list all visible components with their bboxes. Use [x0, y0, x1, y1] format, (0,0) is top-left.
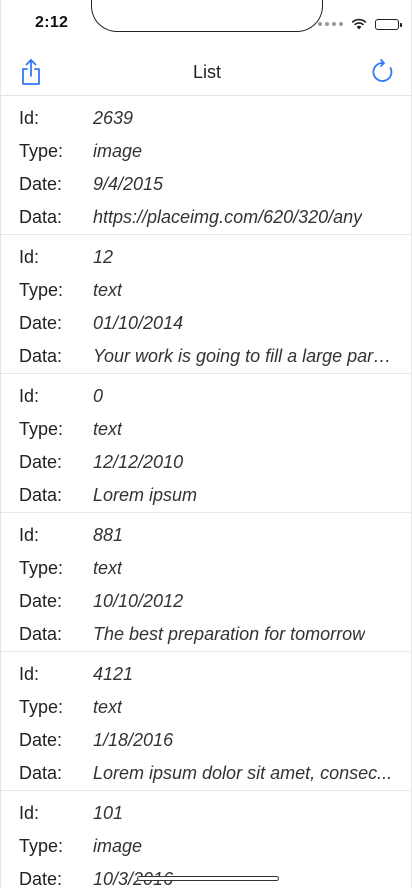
phone-screen: 2:12 List Id: 2639 Type: image Date: 9/4… [0, 0, 412, 888]
refresh-icon [372, 59, 393, 82]
page-title: List [192, 62, 221, 82]
type-value: text [93, 280, 123, 300]
id-value: 4121 [93, 664, 134, 684]
id-value: 0 [93, 386, 104, 406]
status-bar: 2:12 [1, 0, 411, 48]
items-list[interactable]: Id: 2639 Type: image Date: 9/4/2015 Data: ht… [1, 96, 411, 888]
type-label: Type: [19, 697, 64, 717]
id-label: Id: [19, 664, 40, 684]
type-label: Type: [19, 141, 64, 161]
date-value: 9/4/2015 [93, 174, 164, 194]
data-label: Data: [19, 207, 63, 227]
list-item[interactable]: Id:101 Type:image Date:10/3/2016 Data: [1, 791, 411, 888]
type-value: image [93, 836, 143, 856]
date-label: Date: [19, 591, 63, 611]
date-label: Date: [19, 174, 63, 194]
type-label: Type: [19, 419, 64, 439]
data-value: Your work is going to fill a large part.… [93, 346, 393, 366]
type-label: Type: [19, 558, 64, 578]
status-indicators [318, 14, 402, 34]
id-value: 12 [93, 247, 114, 267]
data-label: Data: [19, 485, 63, 505]
date-value: 10/10/2012 [93, 591, 184, 611]
list-item[interactable]: Id: 2639 Type: image Date: 9/4/2015 Data: ht… [1, 96, 411, 235]
list-item[interactable]: Id: 12 Type: text Date: 01/10/2014 Data: You… [1, 235, 411, 374]
date-value: 01/10/2014 [93, 313, 184, 333]
list-item[interactable]: Id: 4121 Type: text Date: 1/18/2016 Data: Lo… [1, 652, 411, 791]
id-label: Id: [19, 525, 40, 545]
type-value: text [93, 558, 123, 578]
id-value: 2639 [93, 108, 134, 128]
type-label: Type: [19, 836, 64, 856]
data-label: Data: [19, 346, 63, 366]
id-label: Id: [19, 108, 40, 128]
data-value: https://placeimg.com/620/320/any [93, 207, 363, 227]
date-value: 1/18/2016 [93, 730, 174, 750]
cellular-signal-icon [318, 22, 343, 26]
type-label: Type: [19, 280, 64, 300]
battery-icon [375, 18, 402, 30]
status-time: 2:12 [35, 14, 69, 31]
data-label: Data: [19, 763, 63, 783]
data-label: Data: [19, 624, 63, 644]
data-value: Lorem ipsum dolor sit amet, consec... [93, 763, 393, 783]
id-value: 881 [93, 525, 124, 545]
date-label: Date: [19, 452, 63, 472]
id-label: Id: [19, 803, 40, 823]
date-value: 12/12/2010 [93, 452, 184, 472]
refresh-button[interactable] [367, 56, 399, 88]
navigation-bar: List [1, 48, 411, 96]
type-value: text [93, 697, 123, 717]
device-notch [91, 0, 323, 32]
date-label: Date: [19, 313, 63, 333]
type-value: image [93, 141, 143, 161]
id-label: Id: [19, 386, 40, 406]
wifi-icon [351, 18, 367, 30]
data-value: Lorem ipsum [93, 485, 198, 505]
type-value: text [93, 419, 123, 439]
date-label: Date: [19, 730, 63, 750]
data-value: The best preparation for tomorrow [93, 624, 366, 644]
list-item[interactable]: Id: 881 Type: text Date: 10/10/2012 Data: Th… [1, 513, 411, 652]
home-indicator[interactable] [137, 876, 279, 881]
date-label: Date: [19, 869, 63, 888]
id-label: Id: [19, 247, 40, 267]
id-value: 101 [93, 803, 124, 823]
list-item[interactable]: Id: 0 Type: text Date: 12/12/2010 Data: Lore… [1, 374, 411, 513]
